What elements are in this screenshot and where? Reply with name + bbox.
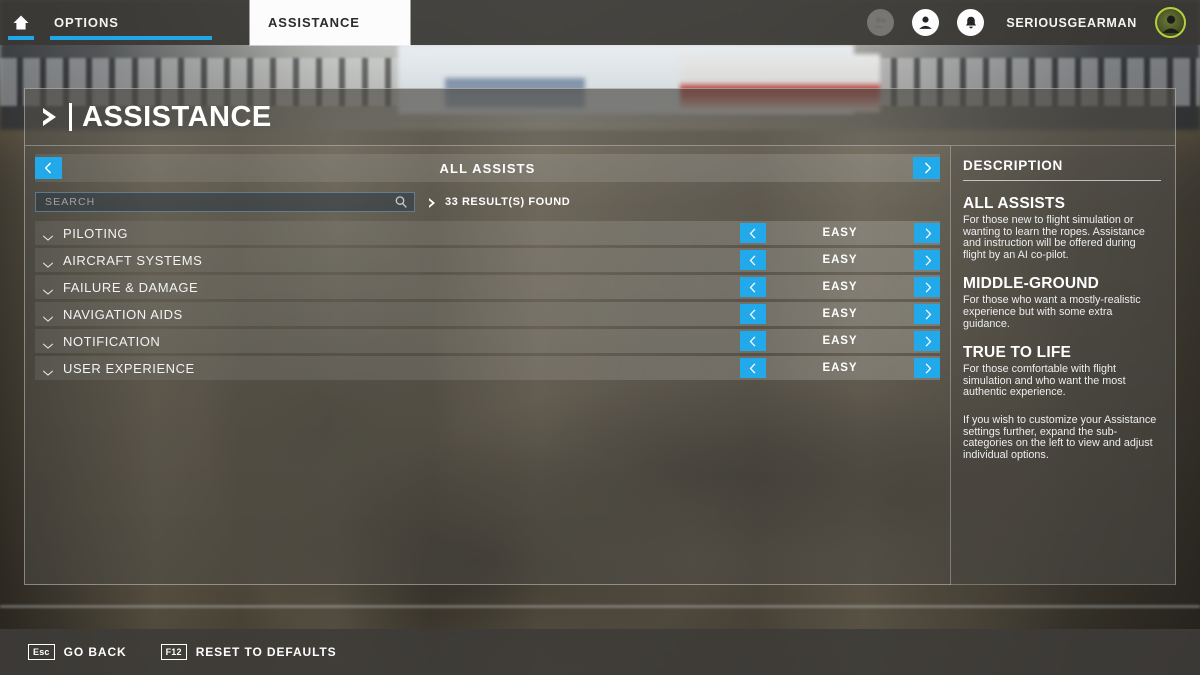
description-heading-middle-ground: MIDDLE-GROUND xyxy=(963,275,1100,293)
category-label: AIRCRAFT SYSTEMS xyxy=(63,252,203,268)
value-next-button[interactable] xyxy=(914,277,940,297)
search-input[interactable] xyxy=(36,196,394,208)
category-label: PILOTING xyxy=(63,225,129,241)
chevron-down-icon[interactable] xyxy=(42,256,54,268)
hint-go-back[interactable]: Esc GO BACK xyxy=(28,644,127,660)
category-value: EASY xyxy=(822,308,858,320)
category-row-notification[interactable]: NOTIFICATION EASY xyxy=(35,329,940,353)
key-esc: Esc xyxy=(28,644,55,660)
value-next-button[interactable] xyxy=(914,223,940,243)
assistance-panel: ASSISTANCE ALL ASSISTS SEARCH 33 RESULT(… xyxy=(24,88,1176,585)
category-value: EASY xyxy=(822,254,858,266)
home-tab-button[interactable] xyxy=(0,0,42,45)
chevron-right-icon xyxy=(39,105,65,129)
chevron-right-icon xyxy=(922,162,932,174)
category-value-control: EASY xyxy=(740,221,940,245)
notifications-bell-icon[interactable] xyxy=(957,9,985,36)
chevron-down-icon[interactable] xyxy=(42,229,54,241)
category-value-control: EASY xyxy=(740,329,940,353)
search-results: 33 RESULT(S) FOUND xyxy=(427,196,570,208)
description-heading-true-to-life: TRUE TO LIFE xyxy=(963,344,1072,362)
category-label: USER EXPERIENCE xyxy=(63,360,195,376)
value-next-button[interactable] xyxy=(914,250,940,270)
category-label: FAILURE & DAMAGE xyxy=(63,279,199,295)
category-value: EASY xyxy=(822,362,858,374)
hint-reset-defaults[interactable]: F12 RESET TO DEFAULTS xyxy=(160,644,337,660)
tab-options-label: OPTIONS xyxy=(54,15,119,30)
category-value: EASY xyxy=(822,281,858,293)
value-next-button[interactable] xyxy=(914,304,940,324)
title-divider xyxy=(69,103,72,131)
value-prev-button[interactable] xyxy=(740,358,766,378)
tab-assistance-label: ASSISTANCE xyxy=(268,15,360,30)
preset-value: ALL ASSISTS xyxy=(439,160,536,176)
user-avatar[interactable] xyxy=(1155,7,1186,38)
category-value: EASY xyxy=(822,227,858,239)
category-value-control: EASY xyxy=(740,275,940,299)
topbar-icon-group: SERIOUSGEARMAN xyxy=(867,7,1200,38)
settings-column: ALL ASSISTS SEARCH 33 RESULT(S) FOUND PI… xyxy=(25,145,951,585)
profile-icon[interactable] xyxy=(912,9,940,36)
assist-preset-selector: ALL ASSISTS xyxy=(35,154,940,182)
category-value-control: EASY xyxy=(740,248,940,272)
description-footer-note: If you wish to customize your Assistance… xyxy=(963,413,1157,461)
search-field[interactable] xyxy=(35,192,415,212)
username-label: SERIOUSGEARMAN xyxy=(1006,15,1137,30)
category-row-piloting[interactable]: PILOTING EASY xyxy=(35,221,940,245)
chevron-right-icon xyxy=(427,196,438,208)
description-header: DESCRIPTION xyxy=(963,158,1161,181)
home-icon xyxy=(13,15,29,30)
description-panel: DESCRIPTION ALL ASSISTS For those new to… xyxy=(951,145,1175,585)
page-title: ASSISTANCE xyxy=(82,100,272,133)
category-value-control: EASY xyxy=(740,356,940,380)
search-row: 33 RESULT(S) FOUND xyxy=(35,191,940,213)
friends-icon[interactable] xyxy=(867,9,895,36)
category-label: NOTIFICATION xyxy=(63,333,161,349)
chevron-down-icon[interactable] xyxy=(42,337,54,349)
category-row-user-experience[interactable]: USER EXPERIENCE EASY xyxy=(35,356,940,380)
tab-options[interactable]: OPTIONS xyxy=(42,0,212,45)
category-row-aircraft-systems[interactable]: AIRCRAFT SYSTEMS EASY xyxy=(35,248,940,272)
category-row-failure-damage[interactable]: FAILURE & DAMAGE EASY xyxy=(35,275,940,299)
top-navigation-bar: OPTIONS ASSISTANCE SERIOUSGEARMAN xyxy=(0,0,1200,45)
chevron-left-icon xyxy=(44,162,54,174)
chevron-down-icon[interactable] xyxy=(42,283,54,295)
tab-assistance[interactable]: ASSISTANCE xyxy=(250,0,410,45)
value-prev-button[interactable] xyxy=(740,223,766,243)
chevron-down-icon[interactable] xyxy=(42,364,54,376)
preset-next-button[interactable] xyxy=(913,157,940,179)
search-icon xyxy=(394,195,408,209)
category-value: EASY xyxy=(822,335,858,347)
category-label: NAVIGATION AIDS xyxy=(63,306,183,322)
results-count-label: 33 RESULT(S) FOUND xyxy=(445,196,571,208)
value-prev-button[interactable] xyxy=(740,250,766,270)
category-row-navigation-aids[interactable]: NAVIGATION AIDS EASY xyxy=(35,302,940,326)
value-next-button[interactable] xyxy=(914,331,940,351)
bottom-hint-bar: Esc GO BACK F12 RESET TO DEFAULTS xyxy=(0,629,1200,675)
description-body-true-to-life: For those comfortable with flight simula… xyxy=(963,363,1126,399)
chevron-down-icon[interactable] xyxy=(42,310,54,322)
description-body-middle-ground: For those who want a mostly-realistic ex… xyxy=(963,294,1141,330)
value-prev-button[interactable] xyxy=(740,304,766,324)
panel-body: ALL ASSISTS SEARCH 33 RESULT(S) FOUND PI… xyxy=(25,145,1175,585)
description-heading-all-assists: ALL ASSISTS xyxy=(963,195,1066,212)
category-list: PILOTING EASY AIRCRAFT SYSTEMS EASY FAIL… xyxy=(35,221,940,380)
value-prev-button[interactable] xyxy=(740,277,766,297)
category-value-control: EASY xyxy=(740,302,940,326)
description-body-all-assists: For those new to flight simulation or wa… xyxy=(963,214,1145,261)
game-settings-screen: OPTIONS ASSISTANCE SERIOUSGEARMAN ASSIST… xyxy=(0,0,1200,675)
value-next-button[interactable] xyxy=(914,358,940,378)
key-f12: F12 xyxy=(160,644,187,660)
page-title-bar: ASSISTANCE xyxy=(25,89,1175,145)
preset-prev-button[interactable] xyxy=(35,157,62,179)
value-prev-button[interactable] xyxy=(740,331,766,351)
hint-reset-defaults-label: RESET TO DEFAULTS xyxy=(195,645,337,659)
hint-go-back-label: GO BACK xyxy=(63,645,127,659)
